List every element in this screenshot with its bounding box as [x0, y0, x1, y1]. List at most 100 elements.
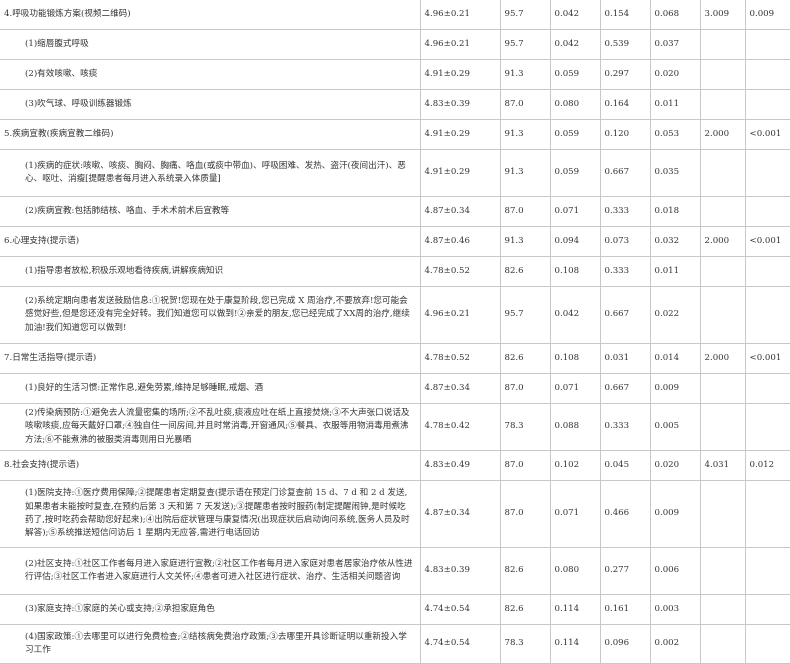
cell-6: 4.031 — [699, 450, 745, 481]
cv-cell: 0.071 — [549, 480, 600, 548]
cell-4: 0.667 — [599, 149, 650, 197]
cell-6: 2.000 — [699, 343, 745, 374]
cell-6: 2.000 — [699, 226, 745, 257]
cell-7 — [744, 59, 790, 90]
table-row: (1)指导患者放松,积极乐观地看待疾病,讲解疾病知识 4.78±0.52 82.6 0… — [0, 256, 790, 287]
cell-7 — [744, 29, 790, 60]
cv-cell: 0.042 — [549, 0, 600, 30]
item-label-cell: (2)社区支持:①社区工作者每月进入家庭进行宣教;②社区工作者每月进入家庭对患者… — [0, 547, 420, 595]
cv-cell: 0.059 — [549, 149, 600, 197]
cell-6: 2.000 — [699, 119, 745, 150]
mean-sd-cell: 4.83±0.39 — [419, 89, 500, 120]
cell-7 — [744, 624, 790, 664]
table-row: 7.日常生活指导(提示语) 4.78±0.52 82.6 0.108 0.031 0.01… — [0, 343, 790, 374]
cv-cell: 0.114 — [549, 594, 600, 625]
item-label-cell: (1)医院支持:①医疗费用保障;②提醒患者定期复查(提示语在预定门诊复查前 15… — [0, 480, 420, 548]
full-score-rate-cell: 78.3 — [499, 624, 550, 664]
cv-cell: 0.088 — [549, 403, 600, 451]
cell-5: 0.005 — [649, 403, 700, 451]
cv-cell: 0.059 — [549, 59, 600, 90]
cell-4: 0.096 — [599, 624, 650, 664]
cell-6 — [699, 594, 745, 625]
table-row: (2)系统定期向患者发送鼓励信息:①祝贺!您现在处于康复阶段,您已完成 X 周治… — [0, 286, 790, 344]
cell-6 — [699, 624, 745, 664]
cell-7 — [744, 286, 790, 344]
cell-5: 0.053 — [649, 119, 700, 150]
cell-7 — [744, 373, 790, 404]
full-score-rate-cell: 91.3 — [499, 59, 550, 90]
cell-4: 0.667 — [599, 373, 650, 404]
cell-6: 3.009 — [699, 0, 745, 30]
table-row: (2)社区支持:①社区工作者每月进入家庭进行宣教;②社区工作者每月进入家庭对患者… — [0, 547, 790, 595]
cell-6 — [699, 149, 745, 197]
full-score-rate-cell: 87.0 — [499, 196, 550, 227]
cell-5: 0.009 — [649, 480, 700, 548]
cell-5: 0.022 — [649, 286, 700, 344]
cell-6 — [699, 403, 745, 451]
cell-4: 0.164 — [599, 89, 650, 120]
item-label-cell: (2)有效咳嗽、咳痰 — [0, 59, 420, 90]
cv-cell: 0.080 — [549, 547, 600, 595]
table-row: (2)有效咳嗽、咳痰 4.91±0.29 91.3 0.059 0.297 0.020 — [0, 59, 790, 90]
mean-sd-cell: 4.83±0.49 — [419, 450, 500, 481]
cell-5: 0.020 — [649, 59, 700, 90]
cell-5: 0.006 — [649, 547, 700, 595]
mean-sd-cell: 4.91±0.29 — [419, 119, 500, 150]
item-label-cell: (3)家庭支持:①家庭的关心或支持;②承担家庭角色 — [0, 594, 420, 625]
cv-cell: 0.108 — [549, 256, 600, 287]
cell-4: 0.277 — [599, 547, 650, 595]
table-row: 8.社会支持(提示语) 4.83±0.49 87.0 0.102 0.045 0.020 4… — [0, 450, 790, 481]
item-label-cell: 8.社会支持(提示语) — [0, 450, 420, 481]
table-row: (2)传染病预防:①避免去人流量密集的场所;②不乱吐痰,痰液应吐在纸上直接焚烧;… — [0, 403, 790, 451]
mean-sd-cell: 4.78±0.52 — [419, 256, 500, 287]
cell-7 — [744, 403, 790, 451]
cell-6 — [699, 286, 745, 344]
table-row: (1)疾病的症状:咳嗽、咳痰、胸闷、胸痛、咯血(或痰中带血)、呼吸困难、发热、盗… — [0, 149, 790, 197]
table-body: 4.呼吸功能锻炼方案(视频二维码) 4.96±0.21 95.7 0.042 0.154… — [0, 0, 790, 664]
cell-4: 0.333 — [599, 196, 650, 227]
cell-5: 0.032 — [649, 226, 700, 257]
full-score-rate-cell: 82.6 — [499, 343, 550, 374]
full-score-rate-cell: 91.3 — [499, 226, 550, 257]
item-label-cell: (2)疾病宣教:包括肺结核、咯血、手术术前术后宣教等 — [0, 196, 420, 227]
full-score-rate-cell: 95.7 — [499, 286, 550, 344]
cell-7 — [744, 256, 790, 287]
mean-sd-cell: 4.91±0.29 — [419, 149, 500, 197]
item-label-cell: (1)疾病的症状:咳嗽、咳痰、胸闷、胸痛、咯血(或痰中带血)、呼吸困难、发热、盗… — [0, 149, 420, 197]
cv-cell: 0.071 — [549, 196, 600, 227]
full-score-rate-cell: 91.3 — [499, 149, 550, 197]
cell-5: 0.011 — [649, 89, 700, 120]
item-label-cell: (2)系统定期向患者发送鼓励信息:①祝贺!您现在处于康复阶段,您已完成 X 周治… — [0, 286, 420, 344]
cell-5: 0.020 — [649, 450, 700, 481]
full-score-rate-cell: 82.6 — [499, 547, 550, 595]
cell-7 — [744, 480, 790, 548]
item-label-cell: (2)传染病预防:①避免去人流量密集的场所;②不乱吐痰,痰液应吐在纸上直接焚烧;… — [0, 403, 420, 451]
cell-5: 0.002 — [649, 624, 700, 664]
mean-sd-cell: 4.96±0.21 — [419, 29, 500, 60]
cell-6 — [699, 373, 745, 404]
cv-cell: 0.108 — [549, 343, 600, 374]
cell-7: <0.001 — [744, 119, 790, 150]
mean-sd-cell: 4.74±0.54 — [419, 624, 500, 664]
mean-sd-cell: 4.78±0.52 — [419, 343, 500, 374]
table-row: 5.疾病宣教(疾病宣教二维码) 4.91±0.29 91.3 0.059 0.120 0.… — [0, 119, 790, 150]
cell-6 — [699, 196, 745, 227]
mean-sd-cell: 4.87±0.46 — [419, 226, 500, 257]
cell-7 — [744, 547, 790, 595]
item-label-cell: (1)缩唇腹式呼吸 — [0, 29, 420, 60]
cell-4: 0.120 — [599, 119, 650, 150]
cell-7: <0.001 — [744, 343, 790, 374]
full-score-rate-cell: 87.0 — [499, 89, 550, 120]
cell-5: 0.014 — [649, 343, 700, 374]
item-label-cell: (1)指导患者放松,积极乐观地看待疾病,讲解疾病知识 — [0, 256, 420, 287]
full-score-rate-cell: 95.7 — [499, 0, 550, 30]
table-row: (3)吹气球、呼吸训练器锻炼 4.83±0.39 87.0 0.080 0.164 0.0… — [0, 89, 790, 120]
mean-sd-cell: 4.78±0.42 — [419, 403, 500, 451]
cell-6 — [699, 547, 745, 595]
cv-cell: 0.042 — [549, 286, 600, 344]
full-score-rate-cell: 87.0 — [499, 450, 550, 481]
cell-5: 0.009 — [649, 373, 700, 404]
mean-sd-cell: 4.96±0.21 — [419, 0, 500, 30]
cell-6 — [699, 59, 745, 90]
item-label-cell: 4.呼吸功能锻炼方案(视频二维码) — [0, 0, 420, 30]
